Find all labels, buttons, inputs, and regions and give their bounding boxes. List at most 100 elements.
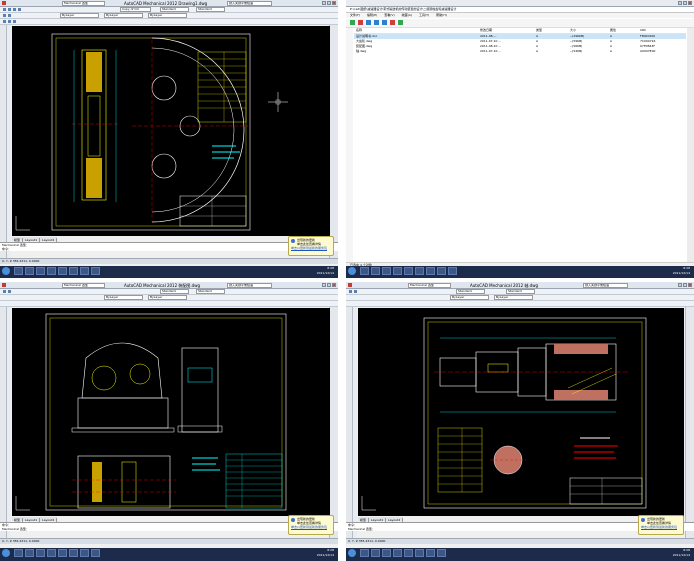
right-toolbar[interactable] [329, 25, 338, 260]
col-size[interactable]: 大小 [570, 28, 600, 33]
taskbar-app-icon[interactable] [426, 549, 435, 557]
color-select[interactable]: ByLayer [60, 13, 99, 18]
taskbar-app-icon[interactable] [36, 549, 45, 557]
minimize-icon[interactable] [678, 1, 682, 5]
close-icon[interactable] [332, 283, 336, 287]
minimize-icon[interactable] [322, 1, 326, 5]
open-icon[interactable] [8, 8, 11, 11]
back-icon[interactable] [374, 20, 379, 25]
taskbar-app-icon[interactable] [382, 267, 391, 275]
start-button[interactable] [2, 267, 10, 275]
modify-toolbar[interactable] [7, 307, 11, 543]
taskbar-app-icon[interactable] [393, 549, 402, 557]
clock[interactable]: 8:28 2011/12/14 [317, 266, 334, 276]
col-type[interactable]: 类型 [536, 28, 556, 33]
taskbar-app-icon[interactable] [393, 267, 402, 275]
search-input[interactable]: 键入关键字或短语 [583, 283, 628, 288]
draw-toolbar[interactable] [346, 307, 353, 543]
maximize-icon[interactable] [327, 283, 331, 287]
right-toolbar[interactable] [685, 307, 694, 543]
add-icon[interactable] [350, 20, 355, 25]
maximize-icon[interactable] [327, 1, 331, 5]
file-row[interactable]: 轴.dwg 2011-07-10 ... A --(54KB) A A0007E… [354, 49, 686, 54]
menu-tools[interactable]: 工具(T) [419, 13, 429, 17]
taskbar-app-icon[interactable] [80, 549, 89, 557]
taskbar-app-icon[interactable] [36, 267, 45, 275]
modify-toolbar[interactable] [7, 25, 11, 260]
modify-toolbar[interactable] [353, 307, 357, 543]
right-toolbar[interactable] [329, 307, 338, 543]
taskbar-app-icon[interactable] [404, 267, 413, 275]
linetype-select[interactable]: ByLayer [104, 295, 143, 300]
menu-help[interactable]: 帮助(H) [436, 13, 447, 17]
mech-tool-icon[interactable] [8, 20, 11, 23]
dimstyle-select[interactable]: Standard [196, 7, 225, 12]
close-icon[interactable] [688, 1, 692, 5]
workspace-select[interactable]: Mechanical 选型 [408, 283, 451, 288]
new-icon[interactable] [3, 290, 6, 293]
taskbar-app-icon[interactable] [69, 549, 78, 557]
col-date[interactable]: 修改日期 [480, 28, 520, 33]
taskbar-app-icon[interactable] [47, 549, 56, 557]
col-name[interactable]: 名称 [356, 28, 436, 33]
taskbar-app-icon[interactable] [415, 549, 424, 557]
open-icon[interactable] [354, 290, 357, 293]
remove-icon[interactable] [358, 20, 363, 25]
taskbar-app-icon[interactable] [91, 267, 100, 275]
lineweight-select[interactable]: ByLayer [494, 295, 533, 300]
taskbar-app-icon[interactable] [426, 267, 435, 275]
app-logo-icon[interactable] [348, 283, 352, 287]
draw-toolbar[interactable] [0, 25, 7, 260]
menu-view[interactable]: 查看(V) [384, 13, 394, 17]
layer-icon[interactable] [3, 14, 6, 17]
taskbar-app-icon[interactable] [437, 549, 446, 557]
close-icon[interactable] [332, 1, 336, 5]
minimize-icon[interactable] [322, 283, 326, 287]
taskbar-app-icon[interactable] [58, 549, 67, 557]
drawing-canvas[interactable] [12, 308, 330, 516]
taskbar-app-icon[interactable] [404, 549, 413, 557]
taskbar-app-icon[interactable] [80, 267, 89, 275]
balloon-link[interactable]: 单击以更新到最新的服务包 [291, 525, 331, 529]
linetype-select[interactable]: ByLayer [104, 13, 143, 18]
layer-select[interactable]: Copy of CO [120, 7, 151, 12]
taskbar-app-icon[interactable] [415, 267, 424, 275]
taskbar-app-icon[interactable] [25, 549, 34, 557]
new-icon[interactable] [349, 290, 352, 293]
taskbar-app-icon[interactable] [14, 267, 23, 275]
forward-icon[interactable] [382, 20, 387, 25]
workspace-select[interactable]: Mechanical 选型 [62, 1, 105, 6]
taskbar-app-icon[interactable] [448, 267, 457, 275]
lineweight-select[interactable]: ByLayer [148, 13, 187, 18]
update-balloon[interactable]: 出现新的更新 单击此处查看详情 单击以更新到最新的服务包 [288, 515, 334, 535]
update-balloon[interactable]: 出现新的更新 单击此处查看详情 单击以更新到最新的服务包 [638, 515, 684, 535]
taskbar-app-icon[interactable] [360, 267, 369, 275]
extract-icon[interactable] [366, 20, 371, 25]
layer-state-icon[interactable] [8, 14, 11, 17]
drawing-canvas[interactable] [358, 308, 684, 516]
delete-icon[interactable] [390, 20, 395, 25]
clock[interactable]: 8:28 2011/12/14 [317, 548, 334, 558]
open-icon[interactable] [8, 290, 11, 293]
clock[interactable]: 8:28 2011/12/14 [673, 266, 690, 276]
save-icon[interactable] [13, 8, 16, 11]
update-balloon[interactable]: 出现新的更新 单击此处查看详情 单击以更新到最新的服务包 [288, 236, 334, 256]
start-button[interactable] [348, 267, 356, 275]
style-select[interactable]: Standard [160, 7, 189, 12]
style-select[interactable]: Standard [160, 289, 189, 294]
taskbar-app-icon[interactable] [25, 267, 34, 275]
menu-edit[interactable]: 编辑(E) [367, 13, 377, 17]
maximize-icon[interactable] [683, 283, 687, 287]
clock[interactable]: 8:28 2011/12/14 [673, 548, 690, 558]
taskbar-app-icon[interactable] [382, 549, 391, 557]
taskbar-app-icon[interactable] [360, 549, 369, 557]
new-icon[interactable] [3, 8, 6, 11]
minimize-icon[interactable] [678, 283, 682, 287]
col-attr[interactable]: 属性 [610, 28, 630, 33]
taskbar-app-icon[interactable] [437, 267, 446, 275]
col-crc[interactable]: CRC [640, 28, 670, 33]
lineweight-select[interactable]: ByLayer [148, 295, 187, 300]
vertical-scrollbar[interactable] [687, 28, 694, 262]
balloon-link[interactable]: 单击以更新到最新的服务包 [641, 525, 681, 529]
taskbar-app-icon[interactable] [371, 267, 380, 275]
